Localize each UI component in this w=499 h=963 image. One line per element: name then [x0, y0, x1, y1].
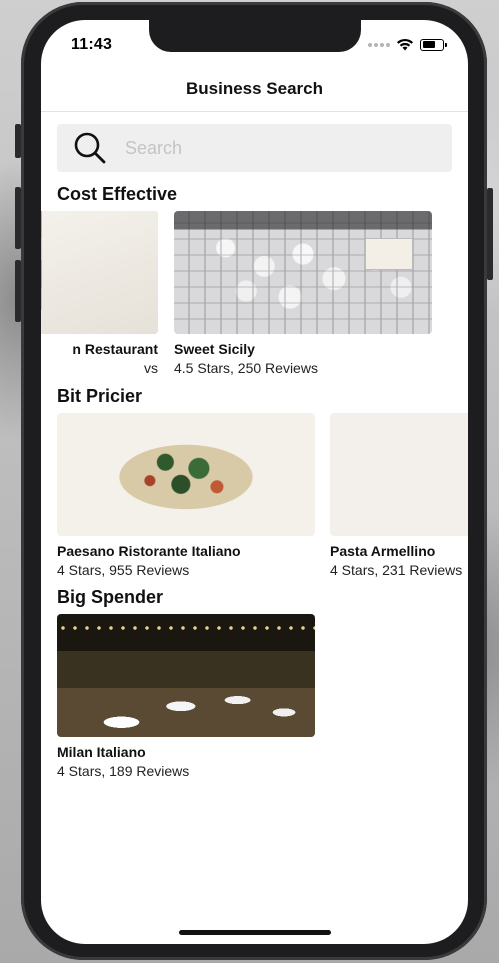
section-title-big-spender: Big Spender [57, 587, 164, 607]
business-photo [57, 413, 315, 536]
section-title-cost-effective: Cost Effective [57, 184, 178, 204]
business-rating: 4.5 Stars, 250 Reviews [174, 360, 318, 376]
business-card[interactable]: Pasta Armellino 4 Stars, 231 Reviews [330, 413, 468, 578]
volume-down-button [15, 260, 21, 322]
business-card[interactable]: Paesano Ristorante Italiano 4 Stars, 955… [57, 413, 315, 578]
business-name: Sweet Sicily [174, 341, 255, 357]
business-rating: 4 Stars, 189 Reviews [57, 763, 190, 779]
signal-icon [368, 42, 390, 47]
business-rating: 4 Stars, 231 Reviews [330, 562, 463, 578]
wifi-icon [397, 38, 413, 51]
battery-icon [420, 38, 447, 51]
search-input[interactable] [123, 136, 427, 160]
business-name: n Restaurant [72, 341, 158, 357]
business-photo [41, 211, 158, 334]
business-photo [174, 211, 432, 334]
business-photo [57, 614, 315, 737]
carousel-bit-pricier[interactable]: Paesano Ristorante Italiano 4 Stars, 955… [41, 413, 468, 583]
carousel-cost-effective[interactable]: n Restaurant vs Sweet Sicily 4.5 Stars, … [41, 211, 468, 381]
business-name: Pasta Armellino [330, 543, 436, 559]
search-bar[interactable] [57, 124, 452, 172]
section-title-bit-pricier: Bit Pricier [57, 386, 143, 406]
app-screen: 11:43 Business Search Cost Effective n R… [41, 20, 468, 944]
business-photo [330, 413, 468, 536]
business-card[interactable]: n Restaurant vs [41, 211, 158, 376]
search-icon [74, 132, 106, 164]
business-rating: 4 Stars, 955 Reviews [57, 562, 190, 578]
volume-up-button [15, 187, 21, 249]
business-card[interactable]: Sweet Sicily 4.5 Stars, 250 Reviews [174, 211, 432, 376]
mute-switch [15, 124, 21, 158]
business-rating: vs [144, 360, 158, 376]
navigation-bar: Business Search [41, 68, 468, 112]
page-title: Business Search [185, 79, 323, 98]
power-button [487, 188, 493, 280]
carousel-big-spender[interactable]: Milan Italiano 4 Stars, 189 Reviews [41, 614, 468, 784]
business-name: Milan Italiano [57, 744, 146, 760]
status-icons [368, 38, 447, 51]
business-card[interactable]: Milan Italiano 4 Stars, 189 Reviews [57, 614, 315, 779]
status-time: 11:43 [71, 36, 113, 53]
home-indicator[interactable] [179, 930, 331, 935]
business-name: Paesano Ristorante Italiano [57, 543, 241, 559]
notch [149, 20, 361, 52]
